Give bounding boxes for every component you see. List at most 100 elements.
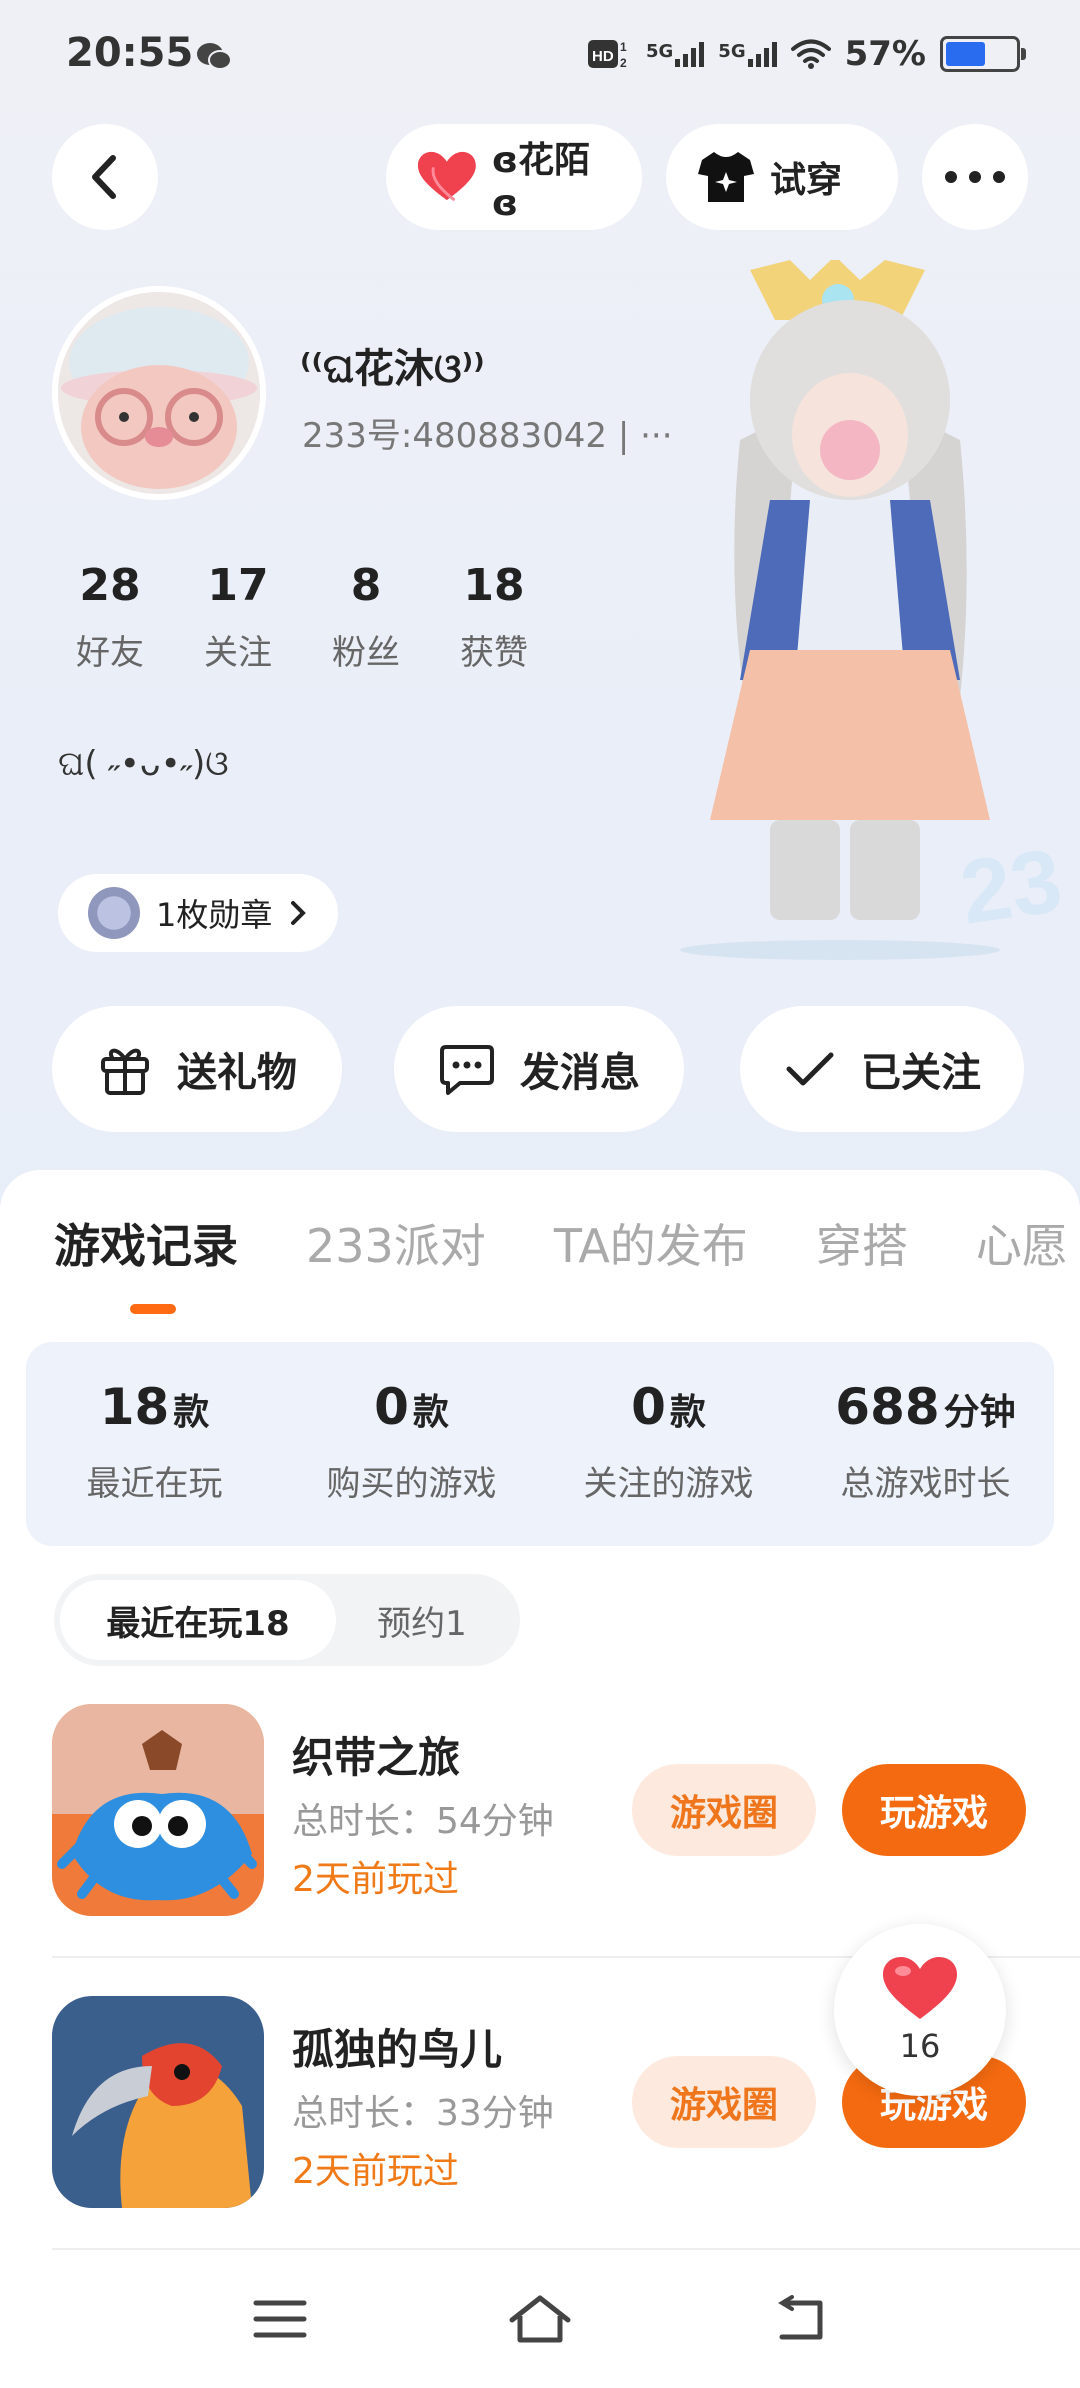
battery-percent: 57% — [844, 34, 926, 74]
stat-value: 17 — [207, 560, 269, 611]
tab-233-party[interactable]: 233派对 — [306, 1210, 486, 1276]
game-circle-button[interactable]: 游戏圈 — [632, 2056, 816, 2148]
user-id[interactable]: 233号:480883042 | ··· — [302, 408, 673, 457]
summary-value: 688 — [835, 1378, 940, 1436]
tshirt-icon — [698, 152, 754, 202]
tryon-button[interactable]: 试穿 — [666, 124, 898, 230]
stat-following[interactable]: 17 关注 — [174, 560, 302, 674]
game-last-played: 2天前玩过 — [292, 2151, 459, 2192]
game-name: 织带之旅 — [292, 1733, 461, 1782]
heart-icon — [883, 1957, 957, 2019]
summary-recent[interactable]: 18 款 最近在玩 — [26, 1342, 283, 1546]
tab-posts[interactable]: TA的发布 — [554, 1210, 748, 1276]
svg-text:2: 2 — [620, 56, 627, 70]
stat-fans[interactable]: 8 粉丝 — [302, 560, 430, 674]
avatar-image — [58, 292, 260, 494]
summary-value: 0 — [631, 1378, 666, 1436]
summary-followed-games[interactable]: 0款 关注的游戏 — [540, 1342, 797, 1546]
followed-label: 已关注 — [861, 1050, 981, 1096]
chevron-left-icon — [92, 155, 116, 199]
system-nav-bar — [0, 2250, 1080, 2388]
tab-game-record[interactable]: 游戏记录 — [54, 1210, 238, 1276]
tab-bar: 游戏记录 233派对 TA的发布 穿搭 心愿 — [54, 1210, 1068, 1276]
summary-unit: 分钟 — [943, 1392, 1016, 1433]
segment-recent[interactable]: 最近在玩18 — [60, 1580, 336, 1660]
send-message-button[interactable]: 发消息 — [394, 1006, 684, 1132]
game-name: 孤独的鸟儿 — [292, 2025, 503, 2074]
summary-purchased[interactable]: 0款 购买的游戏 — [283, 1342, 540, 1546]
summary-label: 最近在玩 — [86, 1464, 223, 1504]
back-button[interactable] — [52, 124, 158, 230]
stat-likes[interactable]: 18 获赞 — [430, 560, 558, 674]
summary-unit: 款 — [173, 1392, 210, 1433]
game-playtime: 总时长：33分钟 — [292, 2093, 554, 2134]
game-icon-lonely-bird — [52, 1996, 264, 2208]
avatar[interactable] — [52, 286, 266, 500]
home-icon[interactable] — [508, 2294, 572, 2344]
avatar-character-illustration[interactable]: 233 — [660, 260, 1060, 960]
svg-text:HD: HD — [592, 48, 614, 65]
like-button[interactable]: 16 — [834, 1924, 1006, 2096]
stat-value: 18 — [463, 560, 525, 611]
summary-value: 0 — [374, 1378, 409, 1436]
profile-stats: 28 好友 17 关注 8 粉丝 18 获赞 — [46, 560, 558, 674]
wechat-icon — [197, 43, 232, 70]
summary-label: 关注的游戏 — [583, 1464, 754, 1504]
followed-button[interactable]: 已关注 — [740, 1006, 1024, 1132]
wifi-icon — [790, 39, 831, 69]
tab-outfits[interactable]: 穿搭 — [816, 1210, 908, 1276]
battery-icon — [940, 36, 1026, 72]
chevron-right-icon — [291, 901, 307, 925]
game-summary: 18 款 最近在玩 0款 购买的游戏 0款 关注的游戏 688 分钟 总游戏时长 — [26, 1342, 1054, 1546]
summary-unit: 款 — [669, 1392, 706, 1433]
medal-label: 1枚勋章 — [156, 896, 273, 934]
check-icon — [786, 1052, 834, 1086]
gift-icon — [101, 1048, 149, 1095]
send-gift-label: 送礼物 — [177, 1050, 297, 1096]
couple-label: ɞ花陌ɞ — [491, 139, 591, 224]
tryon-label: 试穿 — [770, 160, 843, 201]
couple-button[interactable]: ɞ花陌ɞ — [386, 124, 642, 230]
stat-label: 关注 — [204, 633, 272, 673]
summary-label: 购买的游戏 — [326, 1464, 497, 1504]
segment-reserve[interactable]: 预约1 — [336, 1580, 508, 1660]
heart-icon — [417, 151, 476, 202]
signal-5g-1-icon: 5G — [646, 41, 705, 67]
tab-indicator — [130, 1304, 176, 1314]
nickname: ⁽⁽ଘ花沐ଓ⁾⁾ — [300, 346, 485, 392]
medal-button[interactable]: 1枚勋章 — [58, 874, 339, 952]
message-icon — [440, 1045, 494, 1095]
menu-icon[interactable] — [252, 2297, 308, 2341]
game-icon-ribbon — [52, 1704, 264, 1916]
status-time: 20:55 — [66, 30, 194, 76]
tab-wishes[interactable]: 心愿 — [976, 1210, 1068, 1276]
hd-icon: HD 1 2 — [587, 40, 627, 70]
summary-total-time[interactable]: 688 分钟 总游戏时长 — [797, 1342, 1054, 1546]
signal-5g-2-icon: 5G — [718, 41, 777, 67]
summary-unit: 款 — [412, 1392, 449, 1433]
medal-icon — [88, 887, 140, 939]
back-nav-icon[interactable] — [772, 2295, 828, 2343]
status-indicators: HD 1 2 5G 5G 57% — [587, 34, 1026, 74]
game-circle-button[interactable]: 游戏圈 — [632, 1764, 816, 1856]
stat-friends[interactable]: 28 好友 — [46, 560, 174, 674]
play-game-button[interactable]: 玩游戏 — [842, 1764, 1026, 1856]
like-count: 16 — [899, 2027, 941, 2065]
svg-text:233: 233 — [955, 824, 1060, 944]
recent-reserve-switch: 最近在玩18 预约1 — [54, 1574, 520, 1666]
bio: ଘ( ˶•ᴗ•˶)ଓ — [58, 744, 229, 784]
send-message-label: 发消息 — [520, 1050, 640, 1096]
stat-label: 好友 — [76, 633, 144, 673]
game-playtime: 总时长：54分钟 — [292, 1801, 554, 1842]
stat-label: 粉丝 — [332, 633, 400, 673]
summary-value: 18 — [99, 1378, 170, 1436]
more-button[interactable] — [922, 124, 1028, 230]
more-dots-icon — [945, 171, 1005, 183]
game-last-played: 2天前玩过 — [292, 1859, 459, 1900]
summary-label: 总游戏时长 — [840, 1464, 1011, 1504]
stat-value: 28 — [79, 560, 141, 611]
list-item[interactable]: 织带之旅 总时长：54分钟 2天前玩过 游戏圈 玩游戏 — [52, 1704, 1080, 1918]
stat-label: 获赞 — [460, 633, 528, 673]
send-gift-button[interactable]: 送礼物 — [52, 1006, 342, 1132]
svg-text:1: 1 — [620, 40, 627, 54]
